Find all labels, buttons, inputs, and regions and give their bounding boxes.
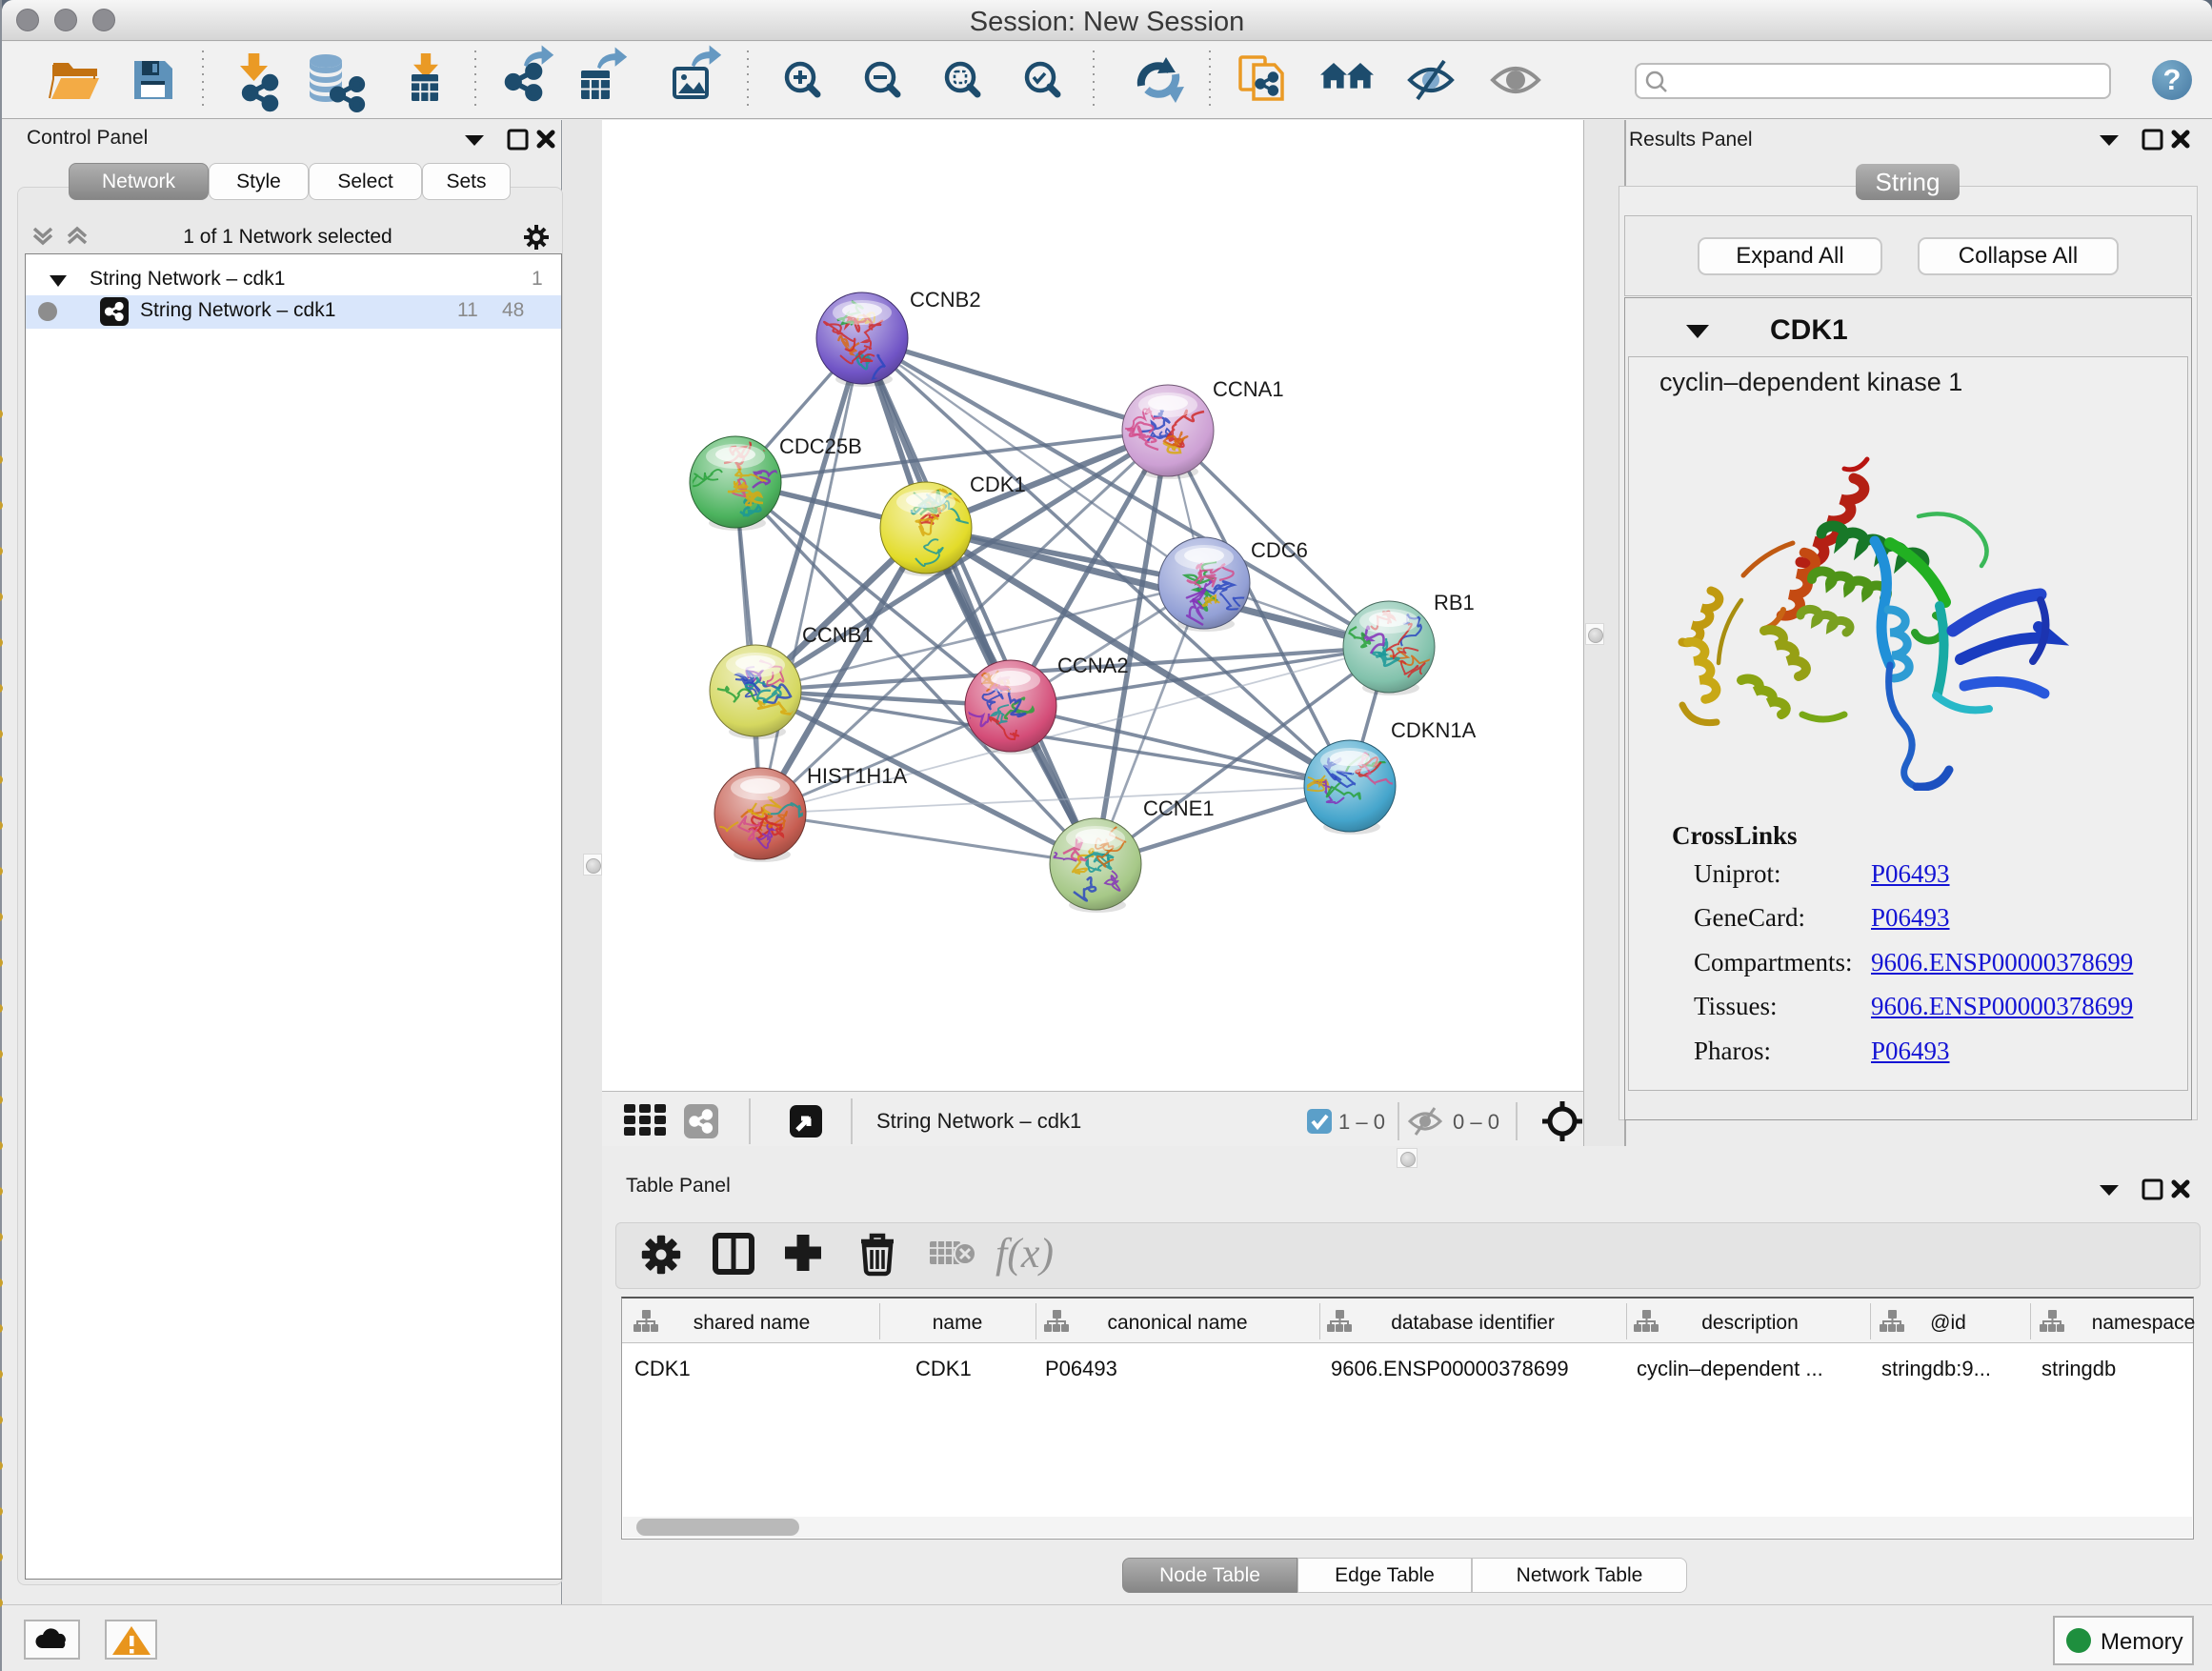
svg-text:HIST1H1A: HIST1H1A (807, 764, 907, 788)
svg-text:RB1: RB1 (1434, 591, 1475, 614)
svg-text:CCNA1: CCNA1 (1213, 377, 1284, 401)
svg-text:CCNB1: CCNB1 (802, 623, 874, 647)
svg-text:CDKN1A: CDKN1A (1391, 718, 1477, 742)
svg-text:CCNB2: CCNB2 (910, 288, 981, 312)
svg-text:CDC6: CDC6 (1251, 538, 1308, 562)
svg-text:CDC25B: CDC25B (779, 434, 862, 458)
svg-text:1 – 0: 1 – 0 (1338, 1110, 1385, 1134)
svg-text:CDK1: CDK1 (970, 473, 1026, 496)
svg-text:CCNE1: CCNE1 (1143, 796, 1215, 820)
svg-text:CCNA2: CCNA2 (1057, 654, 1129, 677)
svg-text:0 – 0: 0 – 0 (1453, 1110, 1499, 1134)
